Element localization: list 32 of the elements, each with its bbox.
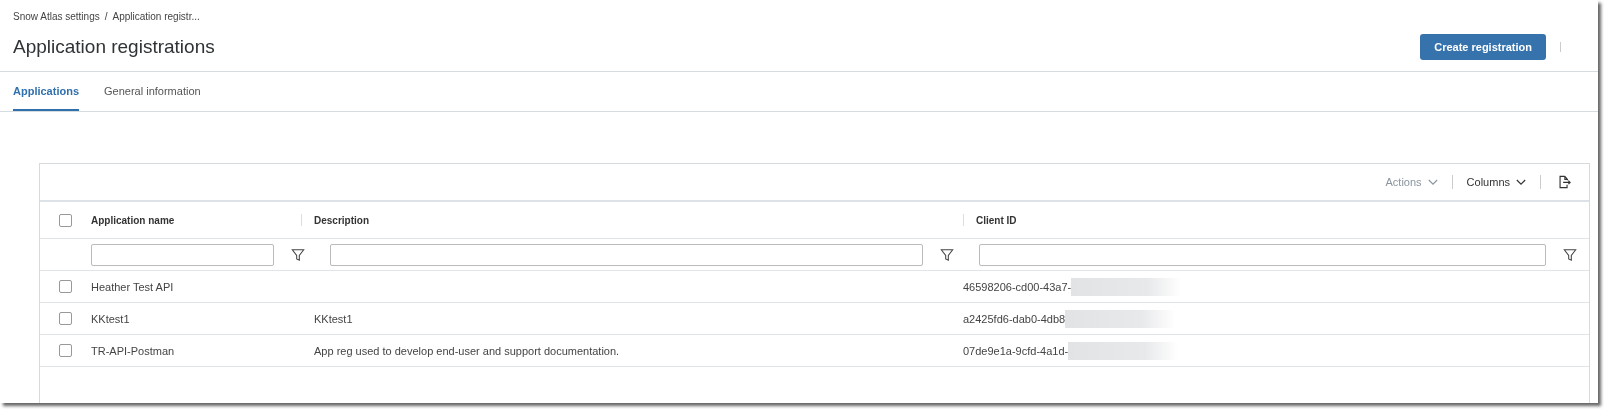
breadcrumb-separator: /	[104, 11, 108, 22]
breadcrumb-link[interactable]: Snow Atlas settings	[13, 11, 100, 22]
filter-field[interactable]	[91, 243, 274, 266]
table-cell: KKtest1	[91, 312, 130, 325]
row-checkbox[interactable]	[59, 344, 72, 357]
filter-field[interactable]	[979, 243, 1546, 266]
table-cell: 07de9e1a-9cfd-4a1d-	[963, 344, 1069, 357]
tab[interactable]: Applications	[13, 72, 79, 111]
filter-icon[interactable]	[940, 247, 954, 262]
table-cell: 46598206-cd00-43a7-	[963, 280, 1072, 293]
row-checkbox[interactable]	[59, 280, 72, 293]
tab[interactable]: General information	[104, 72, 201, 111]
filter-icon[interactable]	[1563, 247, 1577, 262]
table-cell: TR-API-Postman	[91, 344, 175, 357]
create-registration-button[interactable]: Create registration	[1420, 34, 1546, 60]
chevron-icon	[1427, 178, 1438, 186]
table-cell: KKtest1	[314, 312, 353, 325]
filter-icon[interactable]	[291, 247, 305, 262]
columns-dropdown[interactable]: Columns	[1462, 176, 1530, 188]
column-header[interactable]: Client ID	[976, 214, 1017, 226]
select-all-checkbox[interactable]	[59, 213, 72, 227]
export-icon[interactable]	[1557, 175, 1571, 189]
table-cell: a2425fd6-dab0-4db8	[963, 312, 1066, 325]
filter-field[interactable]	[330, 243, 923, 266]
breadcrumb-link[interactable]: Application registr...	[112, 11, 200, 22]
column-header[interactable]: Description	[314, 214, 369, 226]
table-cell: Heather Test API	[91, 280, 174, 293]
chevron-icon	[1516, 178, 1526, 186]
row-checkbox[interactable]	[59, 312, 72, 325]
table-cell: App reg used to develop end-user and support documentation.	[314, 344, 620, 357]
page-title: Application registrations	[13, 36, 216, 58]
column-header[interactable]: Application name	[91, 214, 175, 226]
